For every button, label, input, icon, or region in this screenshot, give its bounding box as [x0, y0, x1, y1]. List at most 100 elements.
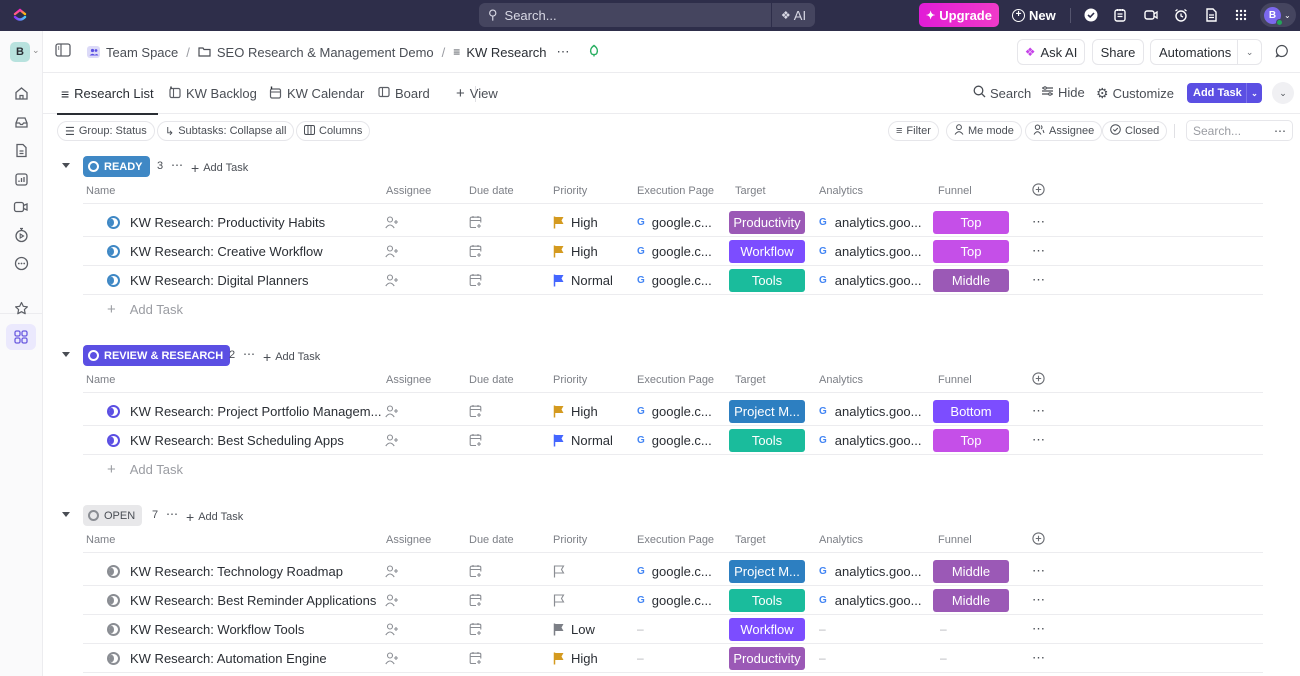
video-clip-icon[interactable]: [1142, 6, 1160, 24]
add-task-button[interactable]: Add Task ⌄: [1187, 83, 1262, 103]
table-row[interactable]: KW Research: Automation Engine High – Produ…: [83, 644, 1263, 673]
target-tag[interactable]: Tools: [729, 429, 805, 452]
group-add-task-button[interactable]: + Add Task: [263, 349, 320, 365]
analytics-empty[interactable]: –: [819, 622, 826, 636]
priority-flag-icon[interactable]: [553, 623, 565, 636]
priority-flag-icon[interactable]: [553, 216, 565, 229]
funnel-tag[interactable]: Top: [933, 211, 1009, 234]
priority-flag-icon[interactable]: [553, 652, 565, 665]
column-header[interactable]: Execution Page: [637, 534, 714, 546]
funnel-empty[interactable]: –: [940, 651, 947, 665]
calendar-add-icon[interactable]: [469, 564, 483, 578]
group-add-task-button[interactable]: + Add Task: [186, 509, 243, 525]
clickup-logo-icon[interactable]: [12, 7, 28, 23]
apps-grid-icon[interactable]: [1232, 6, 1250, 24]
task-status-icon[interactable]: [107, 216, 120, 229]
add-view-button[interactable]: + View: [456, 73, 498, 114]
add-task-row[interactable]: + Add Task: [83, 455, 383, 484]
analytics-link[interactable]: Ganalytics.goo...: [819, 564, 922, 579]
calendar-add-icon[interactable]: [469, 273, 483, 287]
me-mode-chip[interactable]: Me mode: [946, 121, 1022, 141]
analytics-link[interactable]: Ganalytics.goo...: [819, 404, 922, 419]
add-task-row[interactable]: + Add Task: [83, 295, 383, 324]
priority-label[interactable]: Normal: [571, 433, 613, 448]
funnel-tag[interactable]: Middle: [933, 560, 1009, 583]
row-options-icon[interactable]: ⋯: [1032, 432, 1046, 448]
group-add-task-button[interactable]: + Add Task: [191, 160, 248, 176]
table-row[interactable]: KW Research: Workflow Tools Low – Workflow –…: [83, 615, 1263, 644]
analytics-link[interactable]: Ganalytics.goo...: [819, 433, 922, 448]
sprout-icon[interactable]: [588, 44, 600, 60]
add-assignee-icon[interactable]: [385, 245, 399, 259]
group-by-status-chip[interactable]: ☰ Group: Status: [57, 121, 155, 141]
target-tag[interactable]: Tools: [729, 269, 805, 292]
user-menu[interactable]: B ⌄: [1260, 3, 1296, 27]
analytics-empty[interactable]: –: [819, 651, 826, 665]
priority-label[interactable]: Normal: [571, 273, 613, 288]
row-options-icon[interactable]: ⋯: [1032, 214, 1046, 230]
execution-page-link[interactable]: Ggoogle.c...: [637, 273, 712, 288]
task-status-icon[interactable]: [107, 594, 120, 607]
document-icon[interactable]: [1202, 6, 1220, 24]
execution-page-link[interactable]: Ggoogle.c...: [637, 564, 712, 579]
column-header[interactable]: Funnel: [938, 534, 972, 546]
priority-label[interactable]: Low: [571, 622, 595, 637]
add-assignee-icon[interactable]: [385, 652, 399, 666]
breadcrumb-team-space[interactable]: Team Space: [106, 45, 178, 60]
assignee-chip[interactable]: Assignee: [1025, 121, 1103, 141]
analytics-link[interactable]: Ganalytics.goo...: [819, 215, 922, 230]
add-assignee-icon[interactable]: [385, 594, 399, 608]
ai-button[interactable]: ❖ AI: [771, 3, 815, 27]
column-header[interactable]: Assignee: [386, 534, 431, 546]
priority-label[interactable]: High: [571, 244, 598, 259]
tab-kw-calendar[interactable]: KW Calendar: [269, 73, 364, 114]
more-options-icon[interactable]: ⋯: [1274, 124, 1286, 138]
funnel-tag[interactable]: Middle: [933, 589, 1009, 612]
task-status-icon[interactable]: [107, 405, 120, 418]
target-tag[interactable]: Tools: [729, 589, 805, 612]
timesheets-icon[interactable]: [11, 225, 31, 245]
column-header[interactable]: Target: [735, 534, 766, 546]
task-name[interactable]: KW Research: Productivity Habits: [130, 215, 325, 230]
row-options-icon[interactable]: ⋯: [1032, 243, 1046, 259]
chevron-down-icon[interactable]: ⌄: [32, 45, 40, 56]
chevron-down-icon[interactable]: ⌄: [1246, 83, 1262, 103]
tab-board[interactable]: Board: [378, 73, 430, 114]
ask-ai-button[interactable]: ❖ Ask AI: [1017, 39, 1085, 65]
column-header[interactable]: Due date: [469, 534, 514, 546]
column-header[interactable]: Execution Page: [637, 185, 714, 197]
task-status-icon[interactable]: [107, 434, 120, 447]
table-row[interactable]: KW Research: Project Portfolio Managem..…: [83, 397, 1263, 426]
clips-icon[interactable]: [11, 197, 31, 217]
task-status-icon[interactable]: [107, 652, 120, 665]
chat-icon[interactable]: [1275, 44, 1289, 61]
target-tag[interactable]: Project M...: [729, 400, 805, 423]
funnel-tag[interactable]: Bottom: [933, 400, 1009, 423]
target-tag[interactable]: Productivity: [729, 647, 805, 670]
column-header[interactable]: Priority: [553, 185, 587, 197]
calendar-add-icon[interactable]: [469, 215, 483, 229]
group-options-icon[interactable]: ⋯: [171, 158, 183, 172]
status-badge[interactable]: REVIEW & RESEARCH: [83, 345, 231, 366]
priority-label[interactable]: High: [571, 651, 598, 666]
column-header[interactable]: Priority: [553, 534, 587, 546]
column-header[interactable]: Funnel: [938, 185, 972, 197]
table-row[interactable]: KW Research: Creative Workflow High Ggoogl…: [83, 237, 1263, 266]
table-row[interactable]: KW Research: Technology Roadmap Ggoogle.c…: [83, 557, 1263, 586]
task-status-icon[interactable]: [107, 623, 120, 636]
analytics-link[interactable]: Ganalytics.goo...: [819, 593, 922, 608]
task-status-icon[interactable]: [107, 274, 120, 287]
table-row[interactable]: KW Research: Best Reminder Applications G…: [83, 586, 1263, 615]
funnel-tag[interactable]: Top: [933, 240, 1009, 263]
calendar-add-icon[interactable]: [469, 244, 483, 258]
task-name[interactable]: KW Research: Digital Planners: [130, 273, 308, 288]
collapse-caret-icon[interactable]: [62, 163, 70, 168]
task-name[interactable]: KW Research: Creative Workflow: [130, 244, 323, 259]
column-header[interactable]: Execution Page: [637, 374, 714, 386]
row-options-icon[interactable]: ⋯: [1032, 621, 1046, 637]
execution-page-link[interactable]: Ggoogle.c...: [637, 593, 712, 608]
inbox-icon[interactable]: [11, 112, 31, 132]
target-tag[interactable]: Project M...: [729, 560, 805, 583]
customize-button[interactable]: ⚙ Customize: [1096, 85, 1174, 102]
execution-page-link[interactable]: Ggoogle.c...: [637, 404, 712, 419]
